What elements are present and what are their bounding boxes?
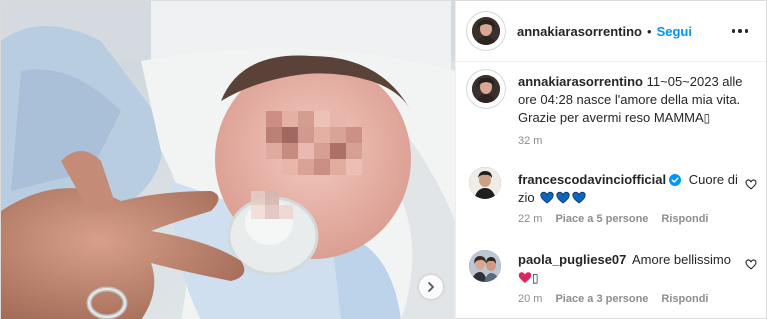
- instagram-post-window: annakiarasorrentino • Segui annakiarasor…: [0, 0, 767, 319]
- caption-meta: 32 m: [518, 135, 542, 147]
- reply-button[interactable]: Rispondi: [661, 293, 708, 305]
- comment-likes[interactable]: Piace a 3 persone: [555, 293, 648, 305]
- comment-meta: 20 m Piace a 3 persone Rispondi: [518, 293, 708, 305]
- comment-meta: 22 m Piace a 5 persone Rispondi: [518, 213, 708, 225]
- comment-username[interactable]: paola_pugliese07: [518, 252, 626, 267]
- caption-time[interactable]: 32 m: [518, 135, 542, 147]
- post-side-panel: annakiarasorrentino • Segui annakiarasor…: [455, 1, 766, 319]
- comment-time[interactable]: 22 m: [518, 213, 542, 225]
- reply-button[interactable]: Rispondi: [661, 213, 708, 225]
- newborn-photo: [1, 1, 455, 319]
- verified-badge-icon: [669, 174, 682, 186]
- commenter-avatar[interactable]: [469, 167, 501, 199]
- author-avatar-image: [472, 17, 500, 45]
- caption-body: annakiarasorrentino 11~05~2023 alle ore …: [518, 73, 752, 127]
- comment-likes[interactable]: Piace a 5 persone: [555, 213, 648, 225]
- post-photo[interactable]: [1, 1, 455, 319]
- author-username[interactable]: annakiarasorrentino: [517, 24, 642, 39]
- like-comment-heart-icon[interactable]: [745, 258, 757, 270]
- commenter-avatar[interactable]: [469, 250, 501, 282]
- commenter-avatar-image: [469, 167, 501, 199]
- comment-text: Amore bellissimo: [632, 252, 731, 267]
- comment-time[interactable]: 20 m: [518, 293, 542, 305]
- comment-body: paola_pugliese07 Amore bellissimo ▯: [518, 251, 752, 287]
- blue-heart-icon: [556, 191, 570, 204]
- blue-heart-icon: [540, 191, 554, 204]
- comment-body: francescodavinciofficial Cuore di zio: [518, 171, 752, 207]
- more-options-icon[interactable]: [730, 23, 750, 39]
- author-avatar-image: [472, 75, 500, 103]
- caption-username[interactable]: annakiarasorrentino: [518, 74, 643, 89]
- blue-heart-icon: [572, 191, 586, 204]
- post-header: annakiarasorrentino • Segui: [456, 1, 766, 62]
- next-photo-button[interactable]: [419, 275, 443, 299]
- caption-glyph: ▯: [703, 111, 711, 125]
- follow-button[interactable]: Segui: [657, 24, 692, 39]
- comment-username[interactable]: francescodavinciofficial: [518, 172, 666, 187]
- caption-avatar[interactable]: [469, 72, 503, 106]
- header-separator: •: [647, 23, 652, 39]
- commenter-avatar-image: [469, 250, 501, 282]
- red-heart-icon: [518, 272, 532, 283]
- comment-emoji-group: [540, 190, 588, 205]
- author-avatar[interactable]: [469, 14, 503, 48]
- chevron-right-icon: [428, 282, 434, 292]
- comment-glyph: ▯: [532, 271, 539, 285]
- like-comment-heart-icon[interactable]: [745, 178, 757, 190]
